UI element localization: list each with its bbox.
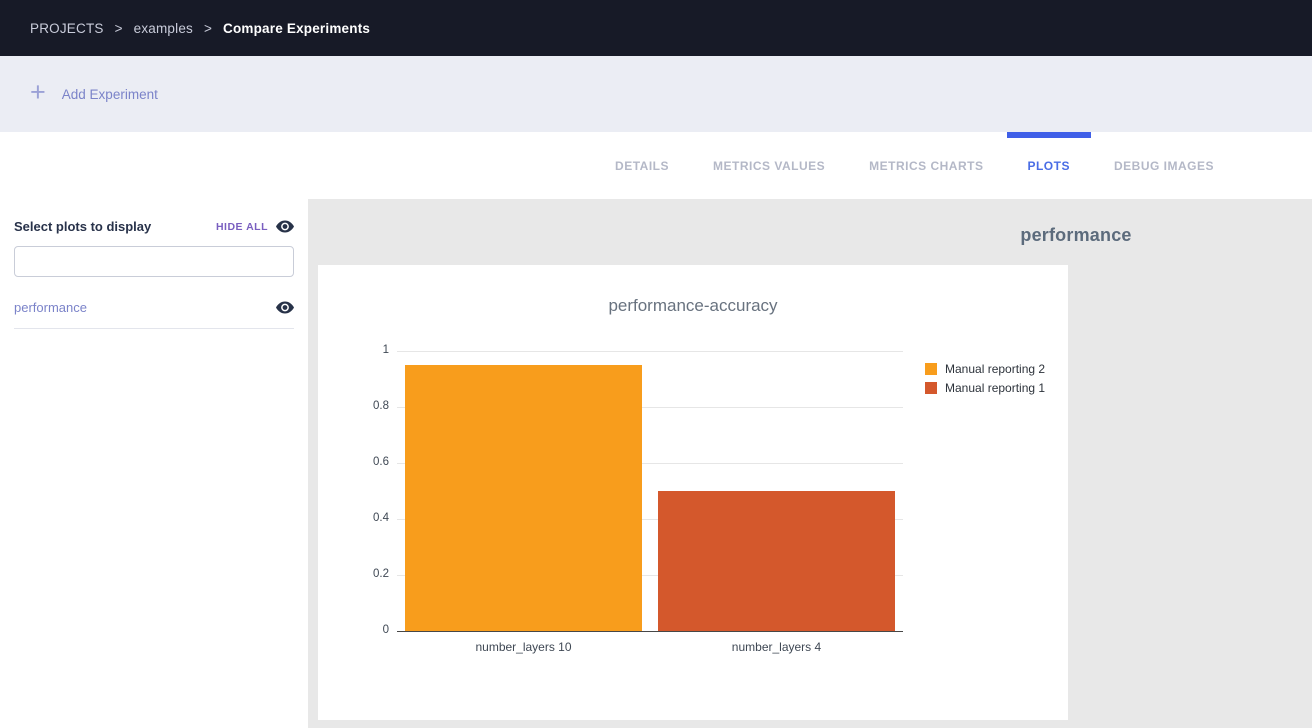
tab-plots[interactable]: PLOTS — [1005, 132, 1092, 199]
x-tick-label: number_layers 4 — [650, 640, 903, 654]
x-tick-label: number_layers 10 — [397, 640, 650, 654]
legend-swatch-icon — [925, 363, 937, 375]
add-experiment-button[interactable]: + Add Experiment — [30, 82, 158, 106]
gridline — [397, 351, 903, 352]
plot-list: performance — [14, 291, 294, 329]
plot-list-item: performance — [14, 291, 294, 329]
tab-label: PLOTS — [1027, 159, 1070, 173]
plots-sidebar: Select plots to display HIDE ALL perform… — [0, 199, 308, 728]
y-tick-label: 0 — [341, 624, 389, 636]
content-area: Select plots to display HIDE ALL perform… — [0, 199, 1312, 728]
legend-item[interactable]: Manual reporting 1 — [925, 381, 1045, 395]
legend-label: Manual reporting 2 — [945, 362, 1045, 376]
breadcrumb-separator: > — [115, 21, 123, 36]
plot-group-title: performance — [1020, 225, 1131, 246]
tab-metrics-charts[interactable]: METRICS CHARTS — [847, 132, 1005, 199]
tab-metrics-values[interactable]: METRICS VALUES — [691, 132, 847, 199]
tab-label: METRICS VALUES — [713, 159, 825, 173]
bar-number_layers-10 — [405, 365, 642, 631]
tab-label: DETAILS — [615, 159, 669, 173]
y-tick-label: 0.6 — [341, 456, 389, 468]
eye-icon[interactable] — [276, 301, 294, 314]
breadcrumb-current-page: Compare Experiments — [223, 21, 370, 36]
hide-all-button[interactable]: HIDE ALL — [216, 220, 294, 233]
x-axis-line — [397, 631, 903, 632]
legend-swatch-icon — [925, 382, 937, 394]
chart-area: 0 0.2 0.4 0.6 0.8 1 number_layers 10number_lay… — [318, 265, 1068, 720]
experiment-toolbar: + Add Experiment — [0, 56, 1312, 132]
tab-debug-images[interactable]: DEBUG IMAGES — [1092, 132, 1236, 199]
legend-item[interactable]: Manual reporting 2 — [925, 362, 1045, 376]
eye-icon — [276, 220, 294, 233]
tab-details[interactable]: DETAILS — [593, 132, 691, 199]
breadcrumb-examples[interactable]: examples — [134, 21, 193, 36]
hide-all-label: HIDE ALL — [216, 221, 268, 233]
sidebar-header: Select plots to display HIDE ALL — [14, 219, 294, 234]
plots-panel: performance performance-accuracy 00.20.4… — [308, 199, 1312, 728]
breadcrumb: PROJECTS > examples > Compare Experiment… — [30, 21, 370, 36]
tab-label: METRICS CHARTS — [869, 159, 983, 173]
sidebar-title: Select plots to display — [14, 219, 151, 234]
active-tab-indicator — [1007, 132, 1091, 138]
y-tick-label: 0.4 — [341, 512, 389, 524]
bar-number_layers-4 — [658, 491, 895, 631]
add-experiment-label: Add Experiment — [62, 87, 158, 102]
top-navbar: PROJECTS > examples > Compare Experiment… — [0, 0, 1312, 56]
tab-bar: DETAILS METRICS VALUES METRICS CHARTS PLOTS… — [0, 132, 1312, 199]
plus-icon: + — [30, 79, 46, 106]
y-tick-label: 0.8 — [341, 400, 389, 412]
plot-item-label[interactable]: performance — [14, 300, 87, 315]
breadcrumb-projects[interactable]: PROJECTS — [30, 21, 104, 36]
y-tick-label: 0.2 — [341, 568, 389, 580]
y-tick-label: 1 — [341, 344, 389, 356]
breadcrumb-separator: > — [204, 21, 212, 36]
legend-label: Manual reporting 1 — [945, 381, 1045, 395]
plot-card: performance-accuracy 00.20.40.60.81numbe… — [318, 265, 1068, 720]
plot-filter-input[interactable] — [14, 246, 294, 277]
tab-label: DEBUG IMAGES — [1114, 159, 1214, 173]
